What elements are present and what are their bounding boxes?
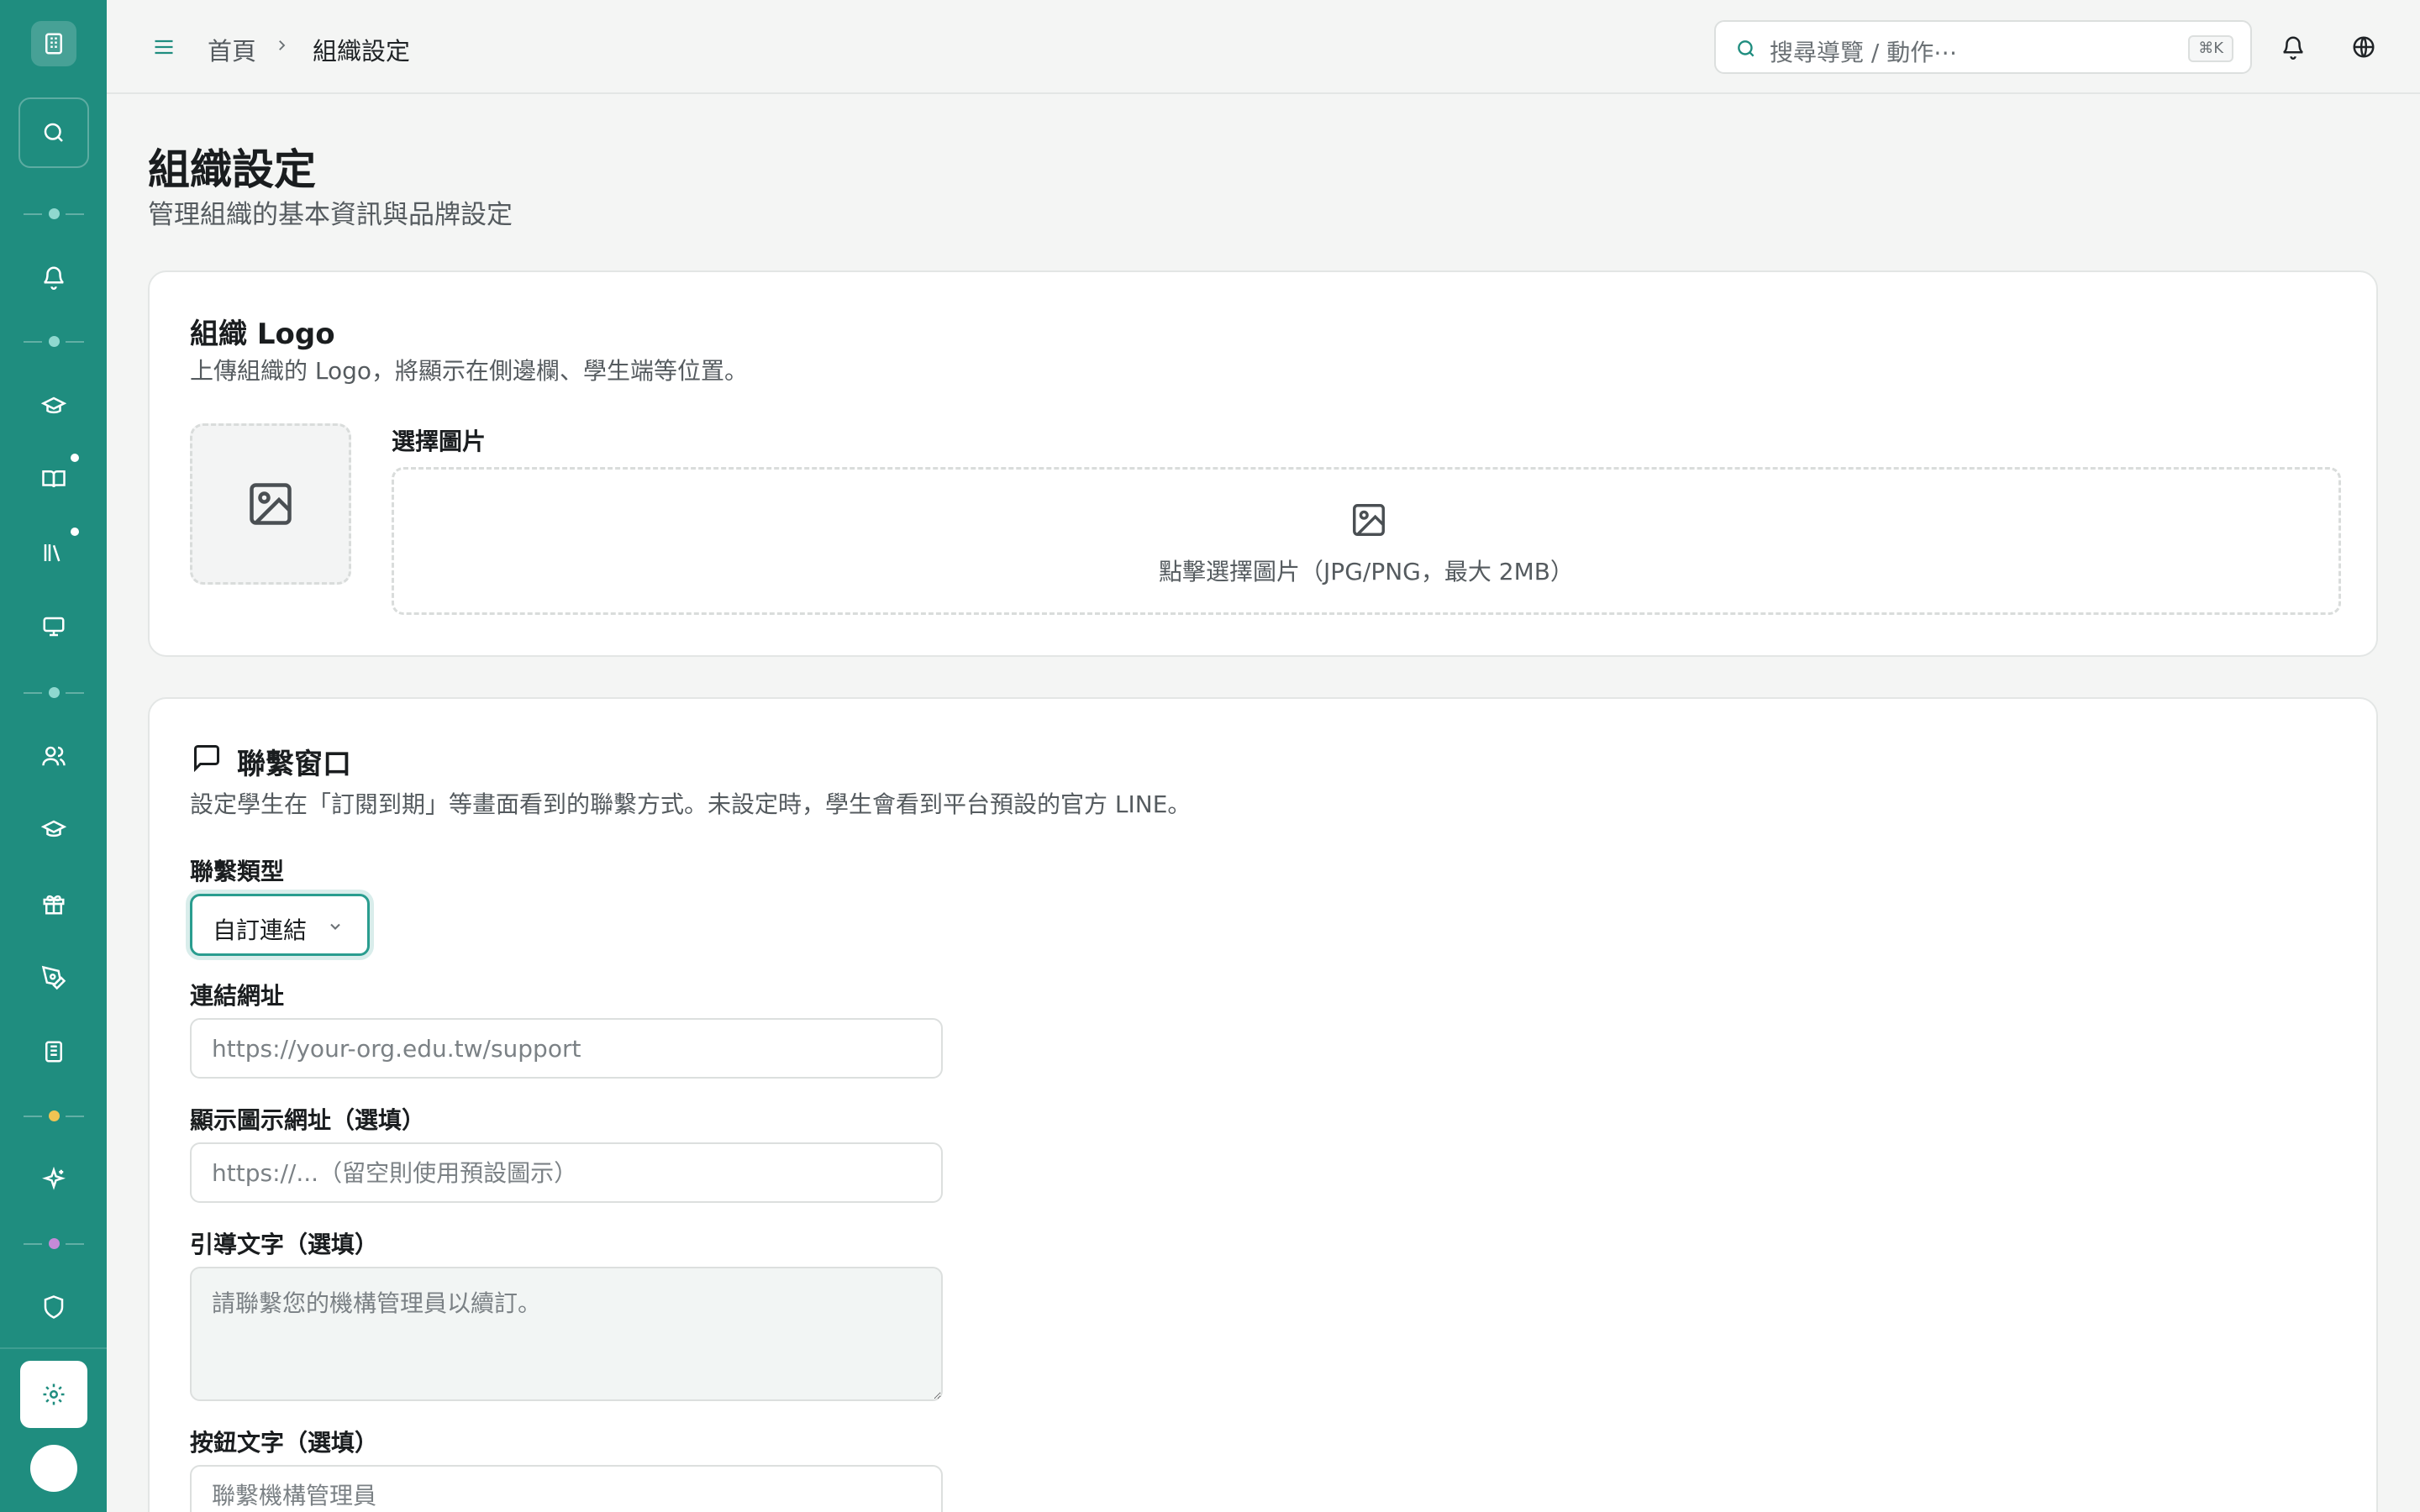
search-shortcut-badge: ⌘K (2188, 35, 2233, 62)
language-button[interactable] (2344, 27, 2384, 67)
sidebar-divider (66, 692, 84, 694)
button-text-input[interactable] (190, 1465, 943, 1512)
library-icon (44, 544, 60, 562)
hamburger-icon (155, 39, 173, 55)
org-logo-icon[interactable] (31, 21, 76, 66)
page-title: 組織設定 (148, 145, 316, 194)
bell-icon (44, 266, 64, 290)
top-bar: 首頁 組織設定 搜尋導覽 / 動作⋯ ⌘K (107, 0, 2420, 94)
sidebar-divider (0, 1347, 107, 1349)
chevron-down-icon (325, 916, 345, 937)
image-icon (1349, 500, 1389, 540)
search-placeholder: 搜尋導覽 / 動作⋯ (1770, 39, 1958, 66)
contact-card: 聯繫窗口 設定學生在「訂閱到期」等畫面看到的聯繫方式。未設定時，學生會看到平台預… (148, 697, 2378, 1512)
notifications-button[interactable] (2273, 27, 2313, 67)
sidebar-item-notifications[interactable] (34, 257, 74, 297)
sidebar-item-security[interactable] (34, 1287, 74, 1327)
sidebar-group-dot (49, 208, 60, 219)
image-icon (250, 483, 292, 525)
sidebar-divider (24, 213, 42, 215)
sidebar-divider (66, 341, 84, 343)
chevron-right-icon (271, 34, 292, 57)
search-icon (1733, 35, 1760, 62)
button-text-label: 按鈕文字（選填） (190, 1429, 379, 1457)
sidebar-item-students[interactable] (34, 810, 74, 850)
avatar[interactable] (30, 1445, 77, 1492)
sidebar-divider (66, 213, 84, 215)
menu-toggle-button[interactable] (147, 30, 181, 64)
sidebar-item-classroom[interactable] (34, 606, 74, 647)
sidebar-divider (66, 1116, 84, 1117)
sidebar-divider (24, 341, 42, 343)
sidebar-item-ai[interactable] (34, 1159, 74, 1200)
gift-icon (43, 895, 65, 915)
sidebar-item-members[interactable] (34, 736, 74, 776)
guide-text-area[interactable] (190, 1267, 943, 1401)
sidebar-divider (24, 1116, 42, 1117)
sidebar-item-design[interactable] (34, 958, 74, 998)
sidebar-item-organization[interactable] (34, 1032, 74, 1072)
bell-icon (2283, 36, 2303, 60)
graduation-cap-icon (41, 820, 66, 837)
gear-icon (43, 1383, 65, 1405)
breadcrumb-current: 組織設定 (313, 37, 411, 66)
sidebar-item-settings[interactable] (20, 1361, 87, 1428)
contact-type-value: 自訂連結 (213, 916, 308, 944)
graduation-cap-icon (41, 396, 66, 414)
pen-tool-icon (41, 965, 66, 990)
contact-type-label: 聯繫類型 (190, 858, 285, 885)
sidebar-item-library[interactable] (34, 533, 74, 573)
sidebar-group-dot (49, 1110, 60, 1121)
logo-card-title: 組織 Logo (190, 318, 335, 351)
icon-url-label: 顯示圖示網址（選填） (190, 1106, 426, 1134)
global-search-input[interactable]: 搜尋導覽 / 動作⋯ ⌘K (1714, 20, 2252, 74)
sparkles-icon (42, 1167, 66, 1190)
monitor-icon (43, 617, 65, 637)
breadcrumb-home[interactable]: 首頁 (208, 32, 256, 67)
sidebar-item-rewards[interactable] (34, 884, 74, 924)
page-subtitle: 管理組織的基本資訊與品牌設定 (148, 200, 513, 230)
icon-url-input[interactable] (190, 1142, 943, 1203)
globe-icon (2353, 36, 2375, 58)
sidebar-divider (66, 1243, 84, 1245)
pick-image-label: 選擇圖片 (392, 428, 487, 455)
logo-preview (190, 423, 351, 585)
message-square-icon (190, 741, 224, 774)
guide-text-label: 引導文字（選填） (190, 1231, 379, 1258)
notification-dot (71, 528, 79, 536)
shield-icon (44, 1295, 64, 1319)
badge-icon (45, 1041, 62, 1063)
image-dropzone[interactable]: 點擊選擇圖片（JPG/PNG，最大 2MB） (392, 467, 2341, 615)
sidebar-group-dot (49, 336, 60, 347)
logo-card: 組織 Logo 上傳組織的 Logo，將顯示在側邊欄、學生端等位置。 選擇圖片 … (148, 270, 2378, 657)
sidebar-divider (24, 1243, 42, 1245)
book-icon (42, 470, 66, 488)
sidebar-group-dot (49, 1238, 60, 1249)
logo-card-description: 上傳組織的 Logo，將顯示在側邊欄、學生端等位置。 (190, 357, 749, 385)
contact-card-description: 設定學生在「訂閱到期」等畫面看到的聯繫方式。未設定時，學生會看到平台預設的官方 … (190, 790, 1192, 818)
sidebar-item-books[interactable] (34, 459, 74, 499)
notification-dot (71, 454, 79, 462)
sidebar-divider (24, 692, 42, 694)
contact-card-title: 聯繫窗口 (237, 748, 351, 781)
sidebar-search-button[interactable] (18, 97, 89, 168)
dropzone-text: 點擊選擇圖片（JPG/PNG，最大 2MB） (1159, 558, 1574, 585)
url-label: 連結網址 (190, 982, 285, 1010)
url-input[interactable] (190, 1018, 943, 1079)
sidebar-item-courses[interactable] (34, 386, 74, 427)
users-icon (42, 746, 66, 766)
sidebar-group-dot (49, 687, 60, 698)
sidebar (0, 0, 107, 1512)
contact-type-select[interactable]: 自訂連結 (190, 894, 370, 956)
